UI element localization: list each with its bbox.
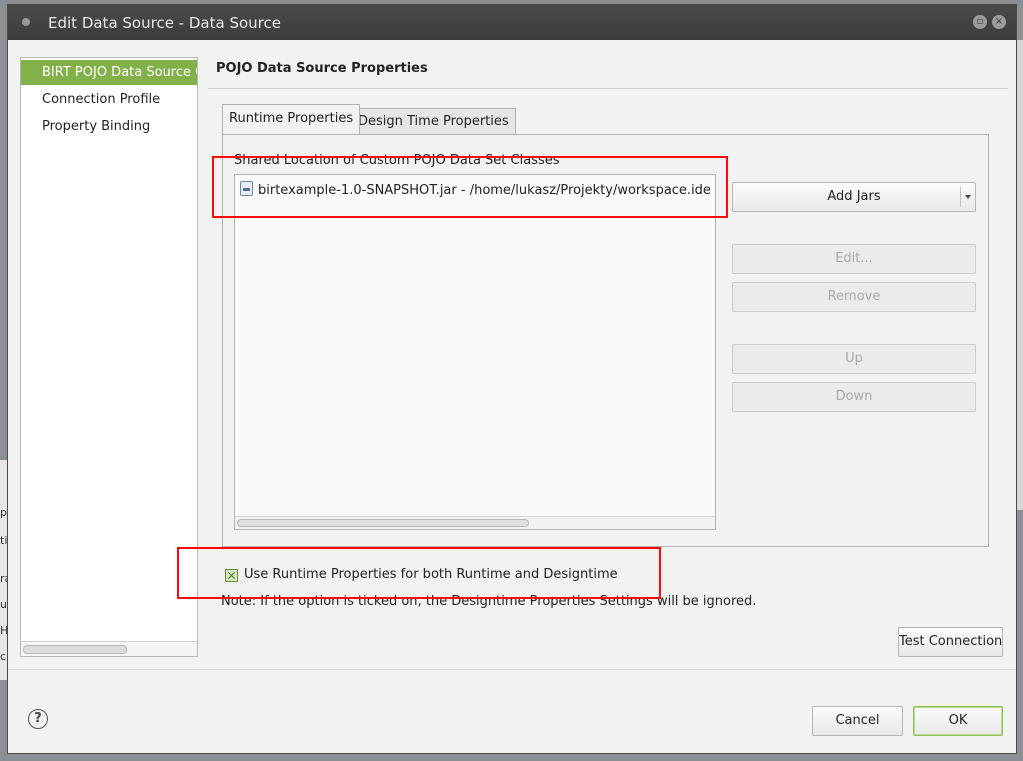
page-title: POJO Data Source Properties xyxy=(216,61,428,76)
test-connection-button[interactable]: Test Connection xyxy=(898,627,1003,657)
background-window-edge xyxy=(1016,40,1023,510)
page-navigation-list[interactable]: BIRT POJO Data Source Co Connection Prof… xyxy=(20,57,198,657)
window-menu-icon[interactable] xyxy=(22,18,30,26)
jar-entry-text: birtexample-1.0-SNAPSHOT.jar - /home/luk… xyxy=(258,183,710,198)
jar-list[interactable]: birtexample-1.0-SNAPSHOT.jar - /home/luk… xyxy=(234,174,716,530)
down-button[interactable]: Down xyxy=(732,382,976,412)
jar-list-label: Shared Location of Custom POJO Data Set … xyxy=(234,153,560,168)
title-bar[interactable]: Edit Data Source - Data Source ▫ × xyxy=(8,5,1016,40)
chevron-down-icon[interactable] xyxy=(965,195,971,199)
jar-list-scrollbar-thumb[interactable] xyxy=(237,519,529,527)
use-runtime-properties-label[interactable]: Use Runtime Properties for both Runtime … xyxy=(244,567,618,582)
use-runtime-properties-checkbox[interactable] xyxy=(225,569,238,582)
remove-button[interactable]: Remove xyxy=(732,282,976,312)
list-item[interactable]: birtexample-1.0-SNAPSHOT.jar - /home/luk… xyxy=(240,181,710,198)
up-button[interactable]: Up xyxy=(732,344,976,374)
ok-button[interactable]: OK xyxy=(913,706,1003,736)
close-icon[interactable]: × xyxy=(992,15,1006,29)
nav-item-birt-pojo-data-source[interactable]: BIRT POJO Data Source Co xyxy=(21,60,197,85)
footer-divider xyxy=(8,669,1016,670)
add-jars-button[interactable]: Add Jars xyxy=(732,182,976,212)
tab-runtime-properties[interactable]: Runtime Properties xyxy=(222,104,361,134)
restore-icon[interactable]: ▫ xyxy=(973,15,987,29)
header-divider xyxy=(208,88,1008,89)
jar-list-horizontal-scrollbar[interactable] xyxy=(235,516,715,529)
edit-data-source-dialog: Edit Data Source - Data Source ▫ × BIRT … xyxy=(7,4,1017,754)
window-title: Edit Data Source - Data Source xyxy=(48,14,281,32)
option-note: Note: If the option is ticked on, the De… xyxy=(221,594,757,609)
nav-scrollbar-thumb[interactable] xyxy=(23,645,127,654)
nav-item-property-binding[interactable]: Property Binding xyxy=(21,114,197,139)
help-icon[interactable]: ? xyxy=(28,709,48,729)
nav-item-connection-profile[interactable]: Connection Profile xyxy=(21,87,197,112)
add-jars-label: Add Jars xyxy=(827,189,881,204)
dropdown-divider xyxy=(960,187,961,207)
cancel-button[interactable]: Cancel xyxy=(812,706,903,736)
edit-button[interactable]: Edit... xyxy=(732,244,976,274)
jar-file-icon xyxy=(240,181,253,196)
nav-horizontal-scrollbar[interactable] xyxy=(21,641,197,656)
tab-design-time-properties[interactable]: Design Time Properties xyxy=(351,108,516,134)
